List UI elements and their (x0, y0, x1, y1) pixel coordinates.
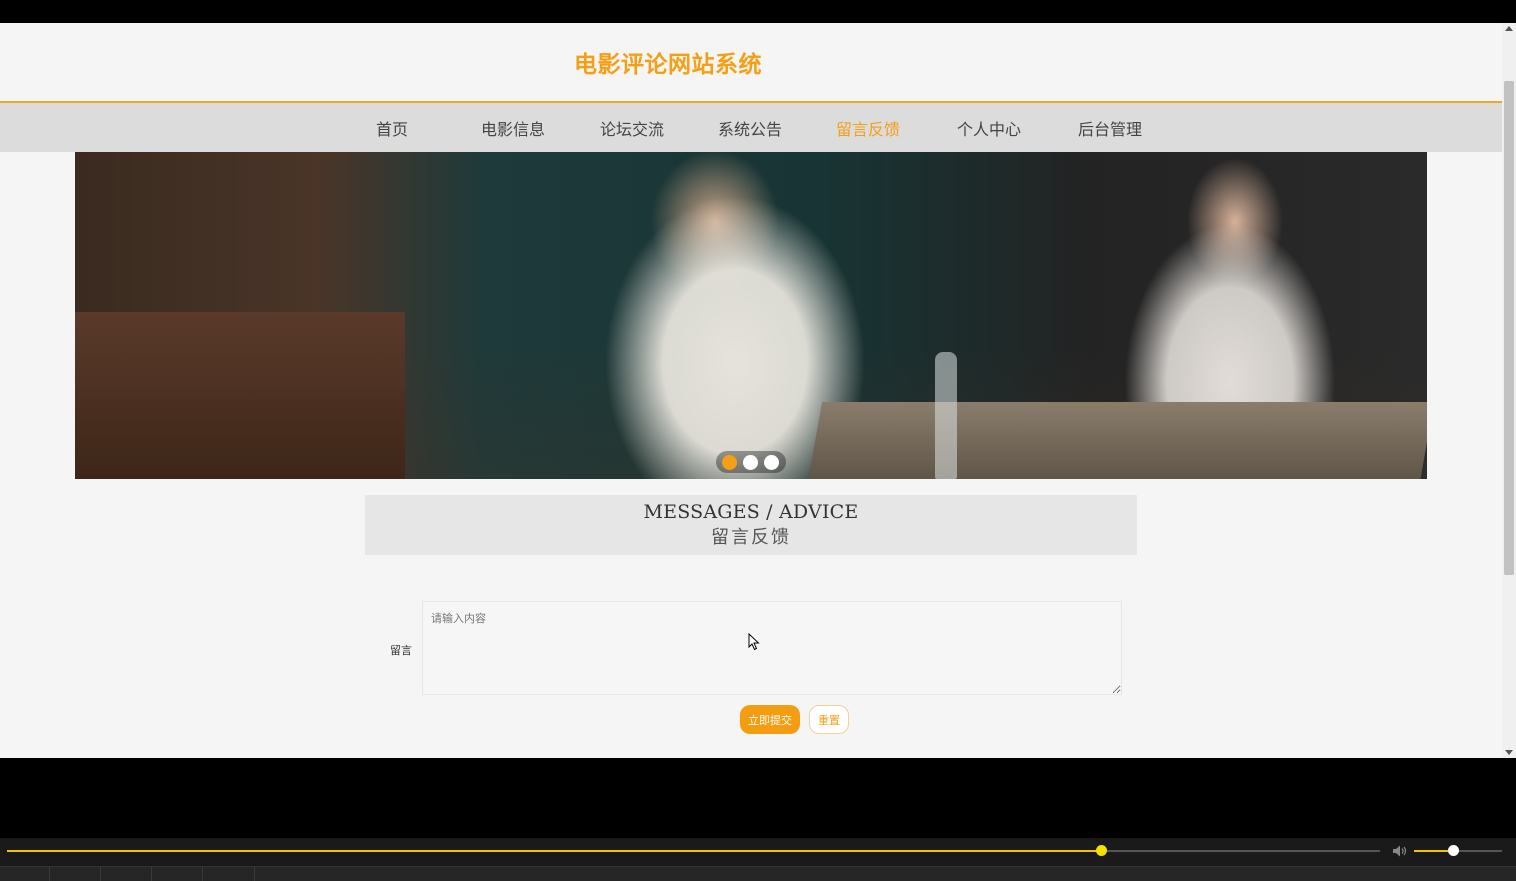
nav-item-admin[interactable]: 后台管理 (1078, 116, 1142, 140)
message-label: 留言 (390, 644, 412, 657)
toolbar-segment[interactable] (0, 867, 50, 881)
progress-bar[interactable] (7, 845, 1380, 856)
banner-image-table (807, 402, 1427, 479)
nav-item-home[interactable]: 首页 (376, 116, 408, 140)
submit-button[interactable]: 立即提交 (740, 705, 800, 734)
reset-button[interactable]: 重置 (809, 705, 849, 734)
volume-slider[interactable] (1414, 845, 1502, 856)
carousel-dot-3[interactable] (764, 455, 779, 470)
toolbar-segment[interactable] (50, 867, 101, 881)
player-toolbar (0, 866, 1516, 881)
nav-item-forum[interactable]: 论坛交流 (600, 116, 664, 140)
banner-image-bottle (935, 352, 957, 479)
nav-item-announcements[interactable]: 系统公告 (718, 116, 782, 140)
toolbar-segment[interactable] (203, 867, 255, 881)
progress-handle[interactable] (1096, 845, 1108, 856)
nav-item-feedback[interactable]: 留言反馈 (836, 116, 900, 140)
nav-item-movies[interactable]: 电影信息 (481, 116, 545, 140)
video-player-controls (0, 838, 1516, 881)
section-heading: MESSAGES / ADVICE 留言反馈 (365, 495, 1137, 555)
site-title[interactable]: 电影评论网站系统 (574, 45, 762, 79)
carousel-dot-2[interactable] (743, 455, 758, 470)
progress-fill (7, 850, 1102, 852)
banner-carousel[interactable] (75, 152, 1427, 479)
main-nav: 首页 电影信息 论坛交流 系统公告 留言反馈 个人中心 后台管理 (0, 103, 1502, 152)
page-scrollbar[interactable] (1502, 23, 1516, 758)
browser-viewport: 电影评论网站系统 首页 电影信息 论坛交流 系统公告 留言反馈 个人中心 后台管… (0, 23, 1502, 758)
toolbar-segment[interactable] (101, 867, 152, 881)
carousel-dot-1[interactable] (722, 455, 737, 470)
volume-fill (1414, 850, 1453, 852)
scroll-down-icon[interactable] (1505, 750, 1513, 755)
toolbar-segment[interactable] (152, 867, 203, 881)
message-input[interactable] (422, 601, 1122, 695)
nav-item-profile[interactable]: 个人中心 (957, 116, 1021, 140)
scrollbar-thumb[interactable] (1504, 81, 1514, 575)
banner-image-cabinet (75, 312, 405, 479)
scroll-up-icon[interactable] (1505, 26, 1513, 31)
site-header: 电影评论网站系统 (0, 23, 1502, 103)
volume-icon[interactable] (1392, 844, 1408, 858)
mouse-cursor-icon (748, 633, 760, 651)
volume-handle[interactable] (1447, 845, 1459, 856)
section-title-en: MESSAGES / ADVICE (643, 501, 859, 523)
carousel-indicators (716, 451, 786, 473)
section-title-cn: 留言反馈 (711, 527, 791, 548)
